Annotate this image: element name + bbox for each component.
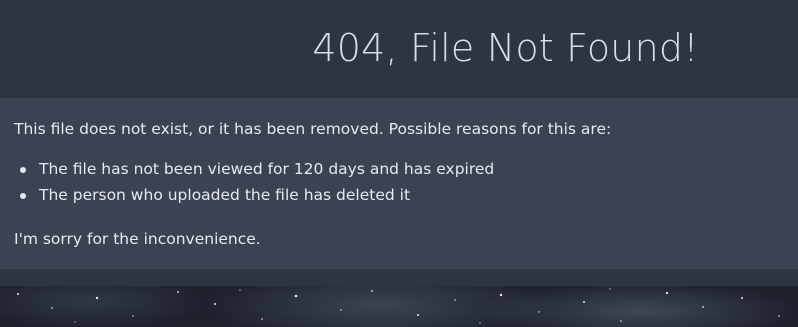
reason-text: The person who uploaded the file has del… <box>39 186 411 204</box>
page-header: 404, File Not Found! <box>0 0 798 98</box>
error-message-panel: This file does not exist, or it has been… <box>0 98 798 269</box>
reason-text: The file has not been viewed for 120 day… <box>39 160 495 178</box>
list-item: The person who uploaded the file has del… <box>0 185 494 211</box>
reasons-list: The file has not been viewed for 120 day… <box>0 159 494 211</box>
page-title: 404, File Not Found! <box>312 26 699 70</box>
starfield-background <box>0 286 798 327</box>
apology-text: I'm sorry for the inconvenience. <box>14 230 261 248</box>
bullet-icon <box>20 167 26 173</box>
error-intro-text: This file does not exist, or it has been… <box>14 120 612 138</box>
bullet-icon <box>20 193 26 199</box>
footer-divider <box>0 269 798 286</box>
list-item: The file has not been viewed for 120 day… <box>0 159 494 185</box>
stars-graphic <box>17 288 780 324</box>
